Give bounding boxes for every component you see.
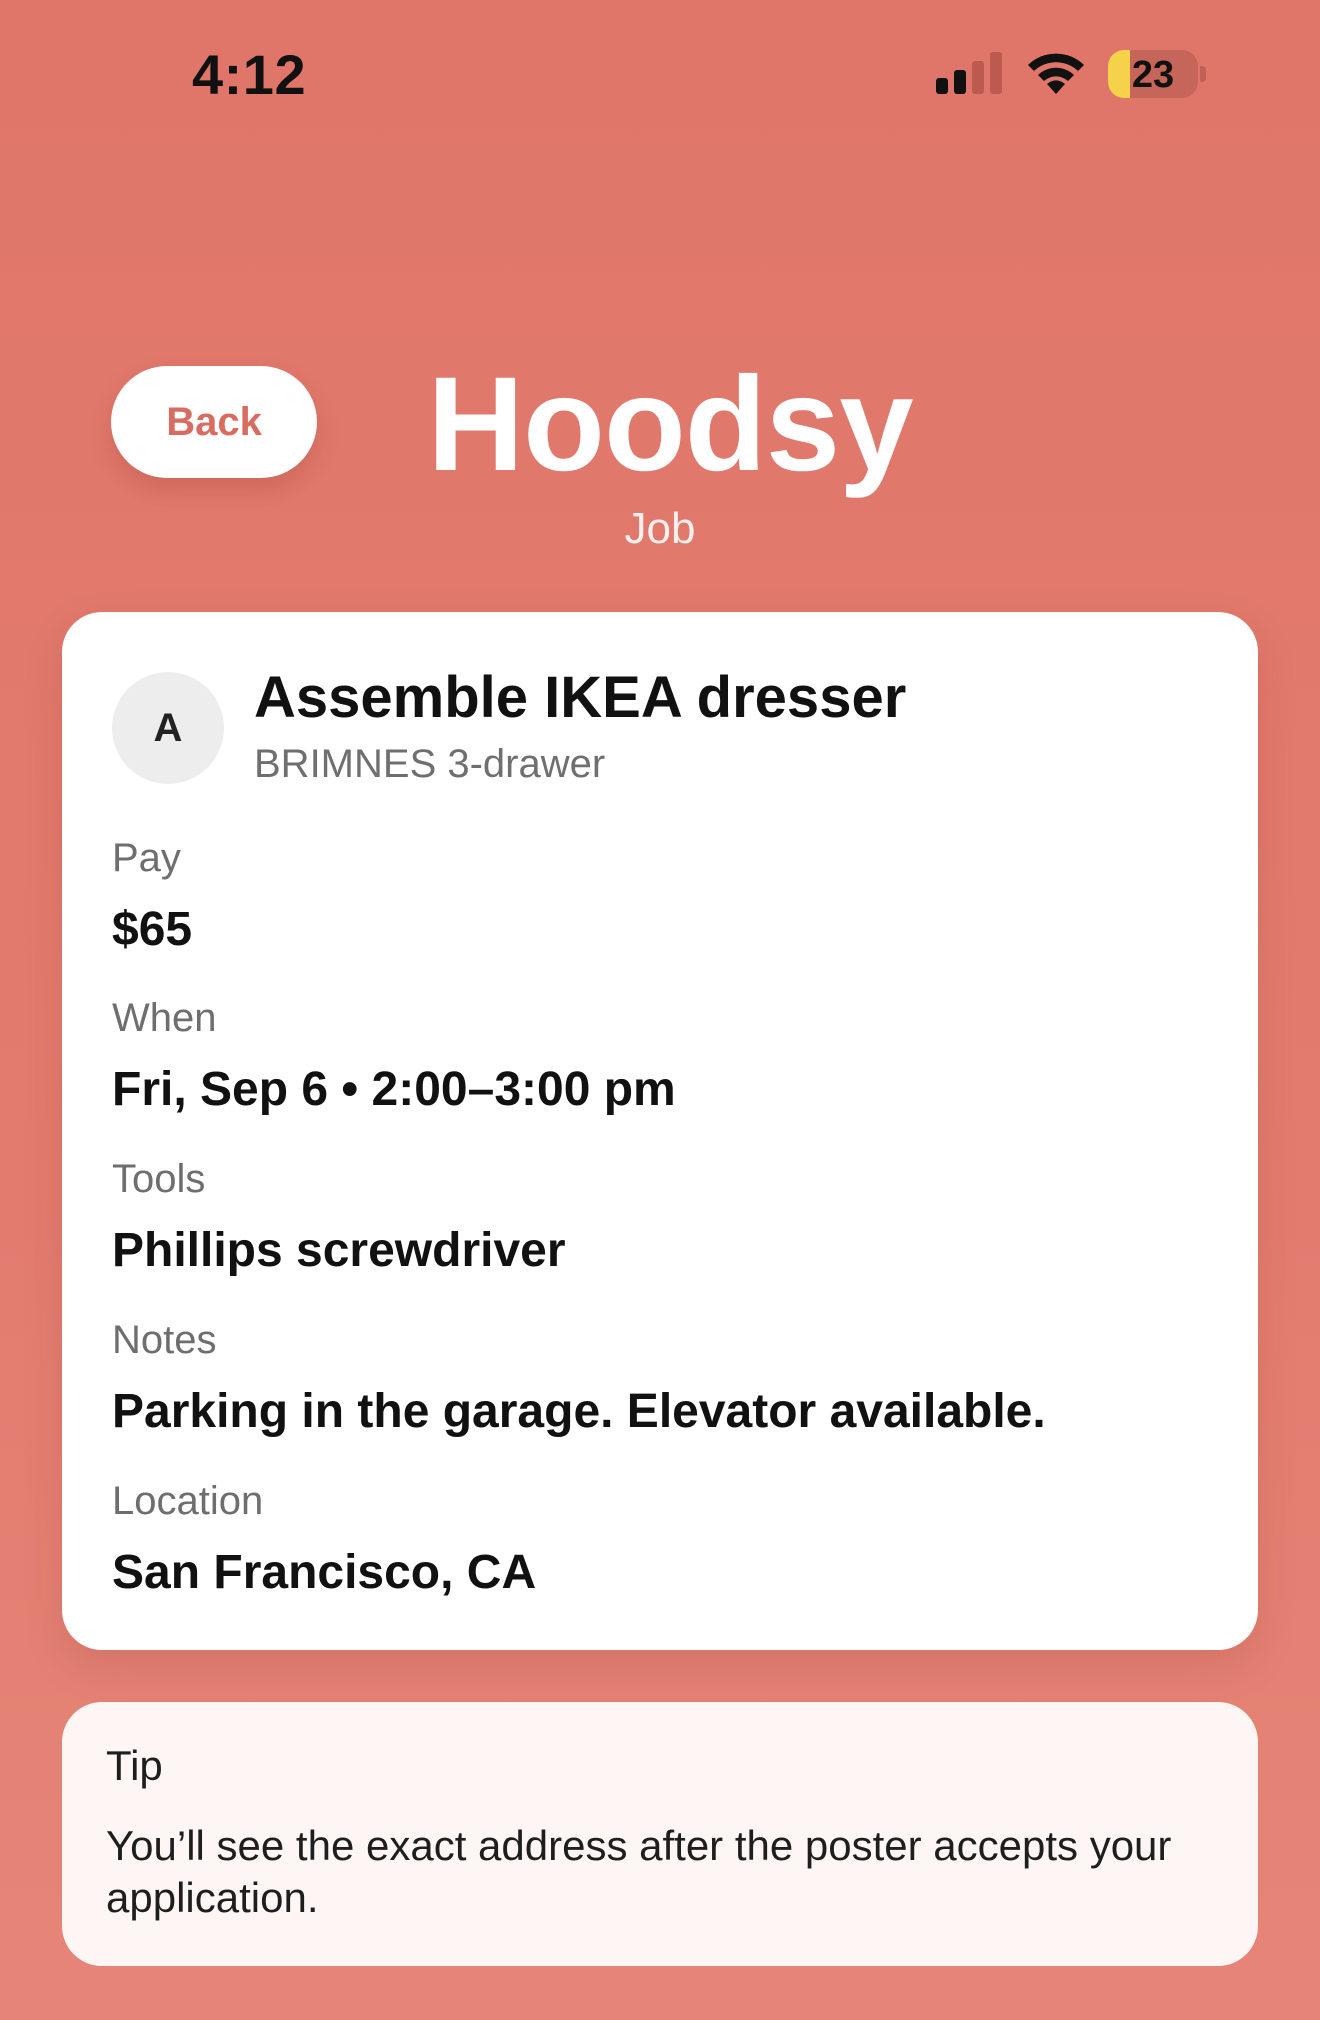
notes-label: Notes (112, 1318, 217, 1362)
wifi-icon (1028, 53, 1084, 94)
tools-label: Tools (112, 1157, 206, 1201)
battery-level: 23 (1131, 54, 1175, 96)
tip-card: Tip You’ll see the exact address after t… (62, 1702, 1258, 1966)
avatar: A (112, 672, 224, 784)
battery-nub (1200, 66, 1206, 82)
tip-text: You’ll see the exact address after the p… (106, 1822, 1172, 1921)
battery-icon: 23 (1108, 50, 1198, 98)
tip-title: Tip (106, 1742, 163, 1789)
tools-value: Phillips screwdriver (112, 1224, 566, 1277)
location-value: San Francisco, CA (112, 1546, 537, 1599)
pay-label: Pay (112, 836, 181, 880)
location-label: Location (112, 1479, 264, 1523)
pay-value: $65 (112, 903, 193, 956)
app-title: Hoodsy (427, 350, 913, 499)
job-card: A Assemble IKEA dresser BRIMNES 3-drawer… (62, 612, 1258, 1650)
page-subtitle: Job (624, 504, 696, 553)
when-label: When (112, 996, 217, 1040)
job-title: Assemble IKEA dresser (254, 665, 907, 730)
signal-icon (936, 52, 1002, 94)
status-time: 4:12 (192, 43, 307, 106)
job-subtitle: BRIMNES 3-drawer (254, 742, 606, 786)
when-value: Fri, Sep 6 • 2:00–3:00 pm (112, 1063, 676, 1116)
notes-value: Parking in the garage. Elevator availabl… (112, 1385, 1046, 1438)
